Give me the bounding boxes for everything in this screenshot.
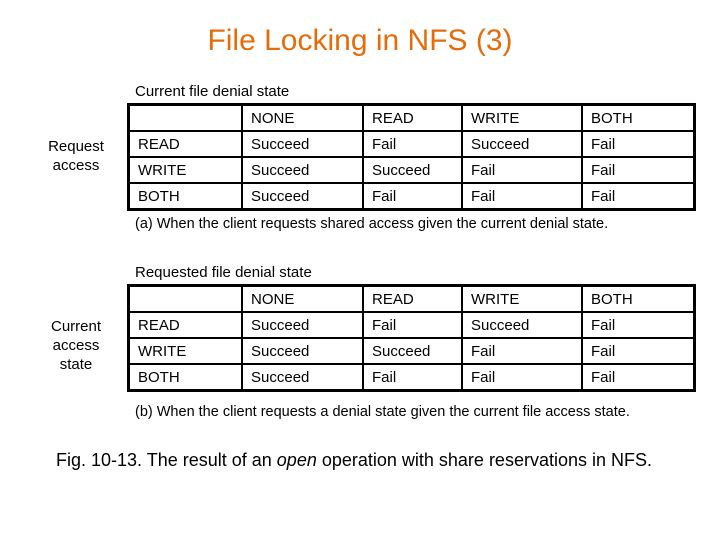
table-a: NONE READ WRITE BOTH READ Succeed Fail S… — [127, 103, 696, 211]
table-cell: Succeed — [241, 311, 364, 339]
table-b-top-label: Requested file denial state — [135, 264, 312, 281]
table-row: WRITE Succeed Succeed Fail Fail — [127, 156, 696, 184]
row-header: READ — [127, 130, 243, 158]
table-b-caption: (b) When the client requests a denial st… — [135, 404, 630, 420]
table-cell: Fail — [581, 182, 696, 211]
row-header: BOTH — [127, 182, 243, 211]
row-header: WRITE — [127, 337, 243, 365]
column-header: NONE — [241, 103, 364, 132]
table-cell: Fail — [362, 130, 463, 158]
table-cell: Fail — [581, 130, 696, 158]
table-cell: Succeed — [362, 337, 463, 365]
table-cell: Fail — [461, 182, 583, 211]
table-row: NONE READ WRITE BOTH — [127, 103, 696, 132]
column-header: READ — [362, 284, 463, 313]
table-cell: Fail — [362, 311, 463, 339]
table-cell: Succeed — [241, 337, 364, 365]
column-header: BOTH — [581, 284, 696, 313]
column-header: BOTH — [581, 103, 696, 132]
table-cell: Fail — [461, 337, 583, 365]
table-row: NONE READ WRITE BOTH — [127, 284, 696, 313]
table-cell: Fail — [362, 182, 463, 211]
table-a-top-label: Current file denial state — [135, 83, 290, 100]
table-cell: Succeed — [241, 156, 364, 184]
slide-title: File Locking in NFS (3) — [207, 24, 513, 57]
table-cell: Fail — [581, 363, 696, 392]
row-header: WRITE — [127, 156, 243, 184]
table-cell: Succeed — [362, 156, 463, 184]
table-a-caption: (a) When the client requests shared acce… — [135, 216, 609, 232]
column-header: WRITE — [461, 284, 583, 313]
table-b: NONE READ WRITE BOTH READ Succeed Fail S… — [127, 284, 696, 392]
table-cell: Succeed — [461, 311, 583, 339]
table-cell: Succeed — [241, 363, 364, 392]
table-cell: Fail — [581, 337, 696, 365]
column-header: WRITE — [461, 103, 583, 132]
table-cell: Fail — [581, 311, 696, 339]
column-header: NONE — [241, 284, 364, 313]
table-row: WRITE Succeed Succeed Fail Fail — [127, 337, 696, 365]
table-cell: Succeed — [461, 130, 583, 158]
table-cell: Fail — [362, 363, 463, 392]
table-row: READ Succeed Fail Succeed Fail — [127, 311, 696, 339]
table-row: BOTH Succeed Fail Fail Fail — [127, 363, 696, 392]
column-header: READ — [362, 103, 463, 132]
table-b-side-label: Current access state — [50, 318, 102, 373]
table-a-side-label: Request access — [48, 138, 104, 174]
row-header: BOTH — [127, 363, 243, 392]
table-cell: Fail — [581, 156, 696, 184]
table-cell: Succeed — [241, 182, 364, 211]
table-cell: Fail — [461, 363, 583, 392]
figure-caption: Fig. 10-13. The result of an open operat… — [56, 450, 652, 470]
row-header: READ — [127, 311, 243, 339]
table-row: READ Succeed Fail Succeed Fail — [127, 130, 696, 158]
table-row: BOTH Succeed Fail Fail Fail — [127, 182, 696, 211]
table-cell: Fail — [461, 156, 583, 184]
table-cell: Succeed — [241, 130, 364, 158]
